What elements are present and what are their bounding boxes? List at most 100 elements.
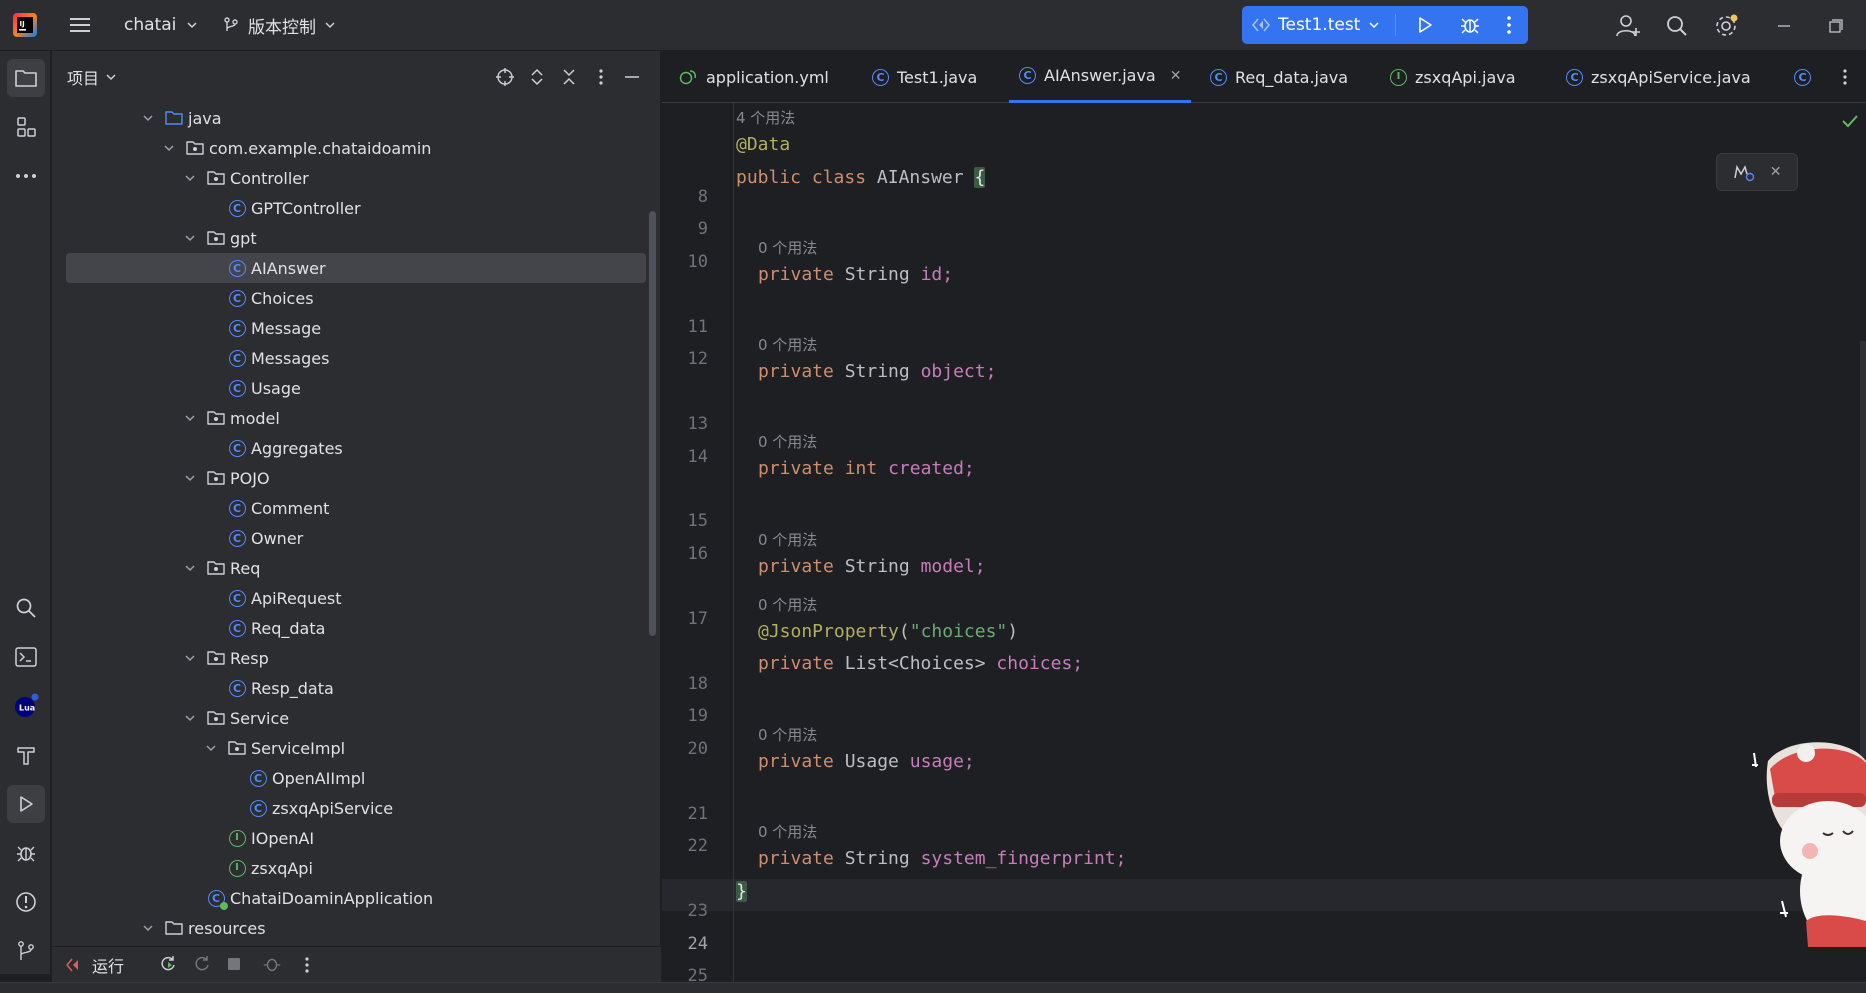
usage-hint[interactable]: 0 个用法: [758, 594, 817, 615]
tree-item[interactable]: C Choices: [66, 283, 646, 313]
tree-item[interactable]: C OpenAIImpl: [66, 763, 646, 793]
tree-item[interactable]: IzsxqApi: [66, 853, 646, 883]
tree-item[interactable]: C GPTController: [66, 193, 646, 223]
vcs-switcher[interactable]: 版本控制: [222, 12, 336, 38]
debug-tool-button[interactable]: [7, 834, 45, 872]
search-everywhere-button[interactable]: [1663, 12, 1691, 40]
chevron-down-icon[interactable]: [161, 140, 177, 156]
inspection-status[interactable]: [1840, 111, 1860, 131]
chevron-down-icon[interactable]: [203, 740, 219, 756]
tree-item[interactable]: CzsxqApiService: [66, 793, 646, 823]
chevron-down-icon[interactable]: [182, 410, 198, 426]
tree-item[interactable]: C ApiRequest: [66, 583, 646, 613]
settings-button[interactable]: [1712, 12, 1740, 40]
chevron-down-icon[interactable]: [182, 560, 198, 576]
code-line[interactable]: public class AIAnswer {: [736, 167, 986, 188]
tab-aianswer-java[interactable]: C AIAnswer.java ✕: [1009, 51, 1192, 103]
hide-panel-button[interactable]: [619, 64, 645, 90]
tree-item[interactable]: C Aggregates: [66, 433, 646, 463]
app-logo[interactable]: IJ: [12, 12, 38, 38]
usage-hint[interactable]: 0 个用法: [758, 431, 817, 452]
usage-hint[interactable]: 0 个用法: [758, 724, 817, 745]
tree-item[interactable]: gpt: [66, 223, 646, 253]
project-scrollbar[interactable]: [649, 211, 656, 636]
tree-item[interactable]: C Messages: [66, 343, 646, 373]
tree-item[interactable]: Controller: [66, 163, 646, 193]
code-line[interactable]: private String object;: [758, 361, 996, 382]
code-line-current[interactable]: }: [736, 881, 747, 902]
tree-item[interactable]: model: [66, 403, 646, 433]
debug-button[interactable]: [1451, 6, 1489, 44]
tree-item[interactable]: Req: [66, 553, 646, 583]
tree-item[interactable]: com.example.chataidoamin: [66, 133, 646, 163]
tab-test1-java[interactable]: C Test1.java: [872, 51, 977, 103]
tab-application-yml[interactable]: application.yml: [678, 51, 829, 103]
close-icon[interactable]: ✕: [1170, 68, 1182, 84]
code-line[interactable]: @Data: [736, 134, 790, 155]
restore-button[interactable]: [1822, 12, 1850, 40]
usage-hint[interactable]: 0 个用法: [758, 334, 817, 355]
tab-zsxqapiservice-java[interactable]: C zsxqApiService.java: [1566, 51, 1751, 103]
structure-tool-button[interactable]: [7, 108, 45, 146]
more-tools-button[interactable]: [7, 157, 45, 195]
panel-options-button[interactable]: [588, 64, 614, 90]
terminal-tool-button[interactable]: [7, 638, 45, 676]
tree-item[interactable]: Resp: [66, 643, 646, 673]
collapse-all-button[interactable]: [556, 64, 582, 90]
build-tool-button[interactable]: [7, 736, 45, 774]
code-line[interactable]: @JsonProperty("choices"): [758, 621, 1018, 642]
tab-options-button[interactable]: [1832, 64, 1858, 90]
tree-item[interactable]: java: [66, 103, 646, 133]
run-more-button[interactable]: [1490, 6, 1528, 44]
run-button[interactable]: [1406, 6, 1444, 44]
code-with-me-button[interactable]: [1614, 12, 1642, 40]
problems-tool-button[interactable]: [7, 883, 45, 921]
code-line[interactable]: private String id;: [758, 264, 953, 285]
git-tool-button[interactable]: [7, 932, 45, 970]
chevron-down-icon[interactable]: [182, 170, 198, 186]
chevron-down-icon[interactable]: [140, 110, 156, 126]
lua-tool-button[interactable]: Lua: [7, 687, 45, 725]
usage-hint[interactable]: 4 个用法: [736, 107, 795, 128]
maven-reload-icon[interactable]: [1733, 162, 1755, 182]
minimize-button[interactable]: [1770, 12, 1798, 40]
debug-run-button[interactable]: [262, 954, 284, 976]
tree-item[interactable]: I IOpenAI: [66, 823, 646, 853]
tree-item[interactable]: ServiceImpl: [66, 733, 646, 763]
main-menu-button[interactable]: [68, 14, 92, 36]
code-line[interactable]: private int created;: [758, 458, 975, 479]
project-view-selector[interactable]: 项目: [67, 65, 117, 89]
locate-file-button[interactable]: [492, 64, 518, 90]
chevron-down-icon[interactable]: [182, 470, 198, 486]
tree-item[interactable]: C ChataiDoaminApplication: [66, 883, 646, 913]
chevron-down-icon[interactable]: [182, 650, 198, 666]
tree-item[interactable]: resources: [66, 913, 646, 943]
tree-item[interactable]: C Owner: [66, 523, 646, 553]
rerun-failed-button[interactable]: [192, 954, 214, 976]
chevron-down-icon[interactable]: [182, 230, 198, 246]
rerun-button[interactable]: [158, 954, 180, 976]
code-line[interactable]: private String model;: [758, 556, 986, 577]
tree-item[interactable]: C AIAnswer: [66, 253, 646, 283]
expand-all-button[interactable]: [524, 64, 550, 90]
usage-hint[interactable]: 0 个用法: [758, 237, 817, 258]
find-tool-button[interactable]: [7, 589, 45, 627]
tab-req-data-java[interactable]: C Req_data.java: [1210, 51, 1348, 103]
run-config-selector[interactable]: Test1.test: [1252, 6, 1380, 44]
chevron-down-icon[interactable]: [140, 920, 156, 936]
chevron-down-icon[interactable]: [182, 710, 198, 726]
tree-item[interactable]: C Comment: [66, 493, 646, 523]
tree-item[interactable]: C Req_data: [66, 613, 646, 643]
tree-item[interactable]: POJO: [66, 463, 646, 493]
tree-item[interactable]: C Message: [66, 313, 646, 343]
code-line[interactable]: private List<Choices> choices;: [758, 653, 1083, 674]
code-line[interactable]: private String system_fingerprint;: [758, 848, 1126, 869]
tree-item[interactable]: C Usage: [66, 373, 646, 403]
usage-hint[interactable]: 0 个用法: [758, 821, 817, 842]
run-more-button[interactable]: [304, 956, 314, 974]
tab-overflow[interactable]: C: [1794, 51, 1811, 103]
project-switcher[interactable]: chatai: [124, 12, 198, 38]
run-tab[interactable]: 运行: [66, 953, 124, 977]
run-tool-button[interactable]: [7, 785, 45, 823]
tree-item[interactable]: Service: [66, 703, 646, 733]
